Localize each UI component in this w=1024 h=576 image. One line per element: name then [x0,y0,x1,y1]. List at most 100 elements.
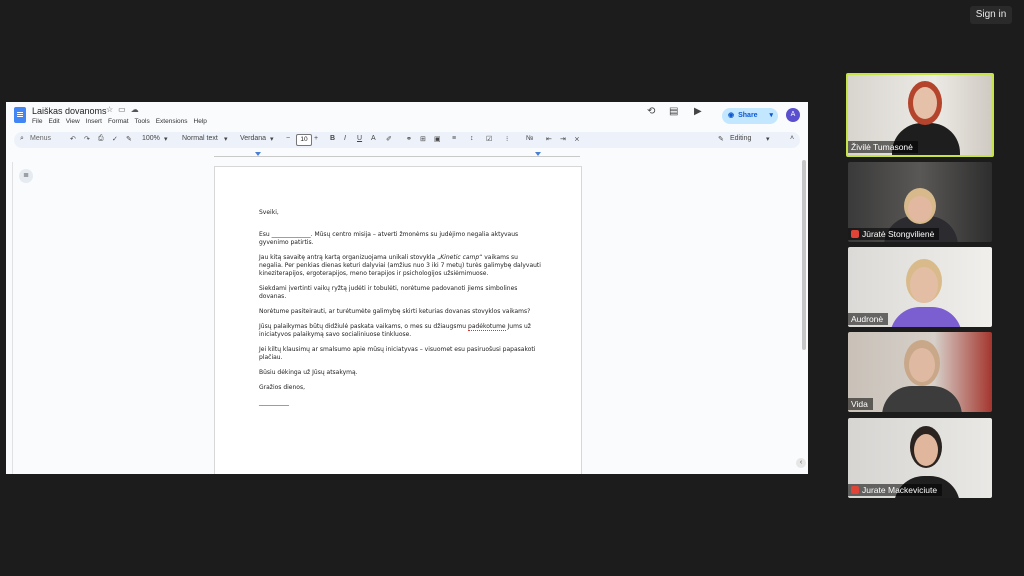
menu-extensions[interactable]: Extensions [156,118,188,125]
highlight-icon[interactable]: ✐ [386,135,392,143]
paint-format-icon[interactable]: ✎ [126,135,132,143]
participant-tile[interactable]: Audronė [848,247,992,327]
right-indent-marker[interactable] [535,152,541,156]
link-icon[interactable]: ⚭ [406,135,412,143]
checklist-icon[interactable]: ☑ [486,135,492,143]
increase-indent-icon[interactable]: ⇥ [560,135,566,143]
menu-edit[interactable]: Edit [48,118,59,125]
mic-muted-icon [851,230,859,238]
paragraph-4: Norėtume pasiteirauti, ar turėtumėte gal… [259,308,531,315]
decrease-font-icon[interactable]: − [286,135,290,142]
underline-icon[interactable]: U [357,135,362,142]
chevron-down-icon[interactable]: ▾ [270,135,274,143]
menu-bar: File Edit View Insert Format Tools Extensions H… [32,118,213,125]
participant-face [908,196,932,222]
star-icon[interactable]: ☆ [106,105,118,114]
paragraph-greeting: Sveiki, [259,209,279,216]
search-icon[interactable]: ⌕ [20,135,24,143]
paragraph-closing: Gražios dienos, [259,384,305,391]
mic-muted-icon [851,486,859,494]
participant-tile[interactable]: Jurate Mackeviciute [848,418,992,498]
participant-tile[interactable]: Vida [848,332,992,412]
print-icon[interactable]: ⎙ [98,135,104,143]
style-select[interactable]: Normal text [182,135,218,142]
horizontal-ruler [6,152,808,160]
increase-font-icon[interactable]: + [314,135,318,142]
participant-face [914,434,938,466]
account-avatar[interactable]: A [786,108,800,122]
decrease-indent-icon[interactable]: ⇤ [546,135,552,143]
share-label: Share [738,112,758,119]
cloud-icon[interactable]: ☁ [131,105,144,114]
chevron-down-icon[interactable]: ▾ [769,108,773,124]
participant-name: Živilė Tumasonė [848,141,918,153]
ruler-scale [214,156,580,157]
align-icon[interactable]: ≡ [452,135,456,142]
chevron-up-icon[interactable]: ˄ [790,135,794,142]
shared-screen: Laiškas dovanoms ☆▭☁ File Edit View Insert F… [6,102,808,474]
document-body[interactable]: Sveiki, Esu _____________. Mūsų centro m… [259,209,541,414]
document-outline-icon[interactable]: ≣ [19,169,33,183]
chevron-down-icon[interactable]: ▾ [766,135,770,143]
share-button[interactable]: ◉ Share ▾ [722,108,778,124]
menu-file[interactable]: File [32,118,42,125]
paragraph-1: Esu _____________. Mūsų centro misija – … [259,231,519,246]
participant-name: Vida [848,398,873,410]
add-comment-icon[interactable]: ⊞ [420,135,426,143]
clear-formatting-icon[interactable]: ⨯ [574,135,580,143]
docs-title-bar: Laiškas dovanoms ☆▭☁ File Edit View Insert F… [6,102,808,130]
folder-icon[interactable]: ▭ [118,105,131,114]
bold-icon[interactable]: B [330,135,335,142]
menu-insert[interactable]: Insert [86,118,102,125]
participant-tile[interactable]: Živilė Tumasonė [846,73,994,157]
menu-tools[interactable]: Tools [135,118,150,125]
paragraph-6: Jei kiltų klausimų ar smalsumo apie mūsų… [259,346,536,361]
participant-silhouette [890,307,962,327]
vertical-ruler [6,162,13,474]
document-scrollbar[interactable] [802,160,806,350]
docs-logo-icon[interactable] [14,107,26,123]
participant-face [909,348,935,382]
paragraph-5: Jūsų palaikymas būtų didžiulė paskata va… [259,323,531,338]
spelling-flag: padėkotume [468,323,506,331]
document-title[interactable]: Laiškas dovanoms [32,106,107,116]
globe-icon: ◉ [728,112,735,119]
numbered-list-icon[interactable]: № [526,135,534,142]
document-page[interactable]: Sveiki, Esu _____________. Mūsų centro m… [214,166,582,474]
participant-silhouette [882,386,962,412]
paragraph-2: Jau kitą savaitę antrą kartą organizuoja… [259,254,541,277]
menus-search[interactable]: Menus [30,135,51,142]
chevron-down-icon[interactable]: ▾ [224,135,228,143]
bullet-list-icon[interactable]: ⁝ [506,135,508,143]
line-spacing-icon[interactable]: ↕ [470,135,474,142]
participant-name: Jūratė Stongvilienė [848,228,940,240]
undo-icon[interactable]: ↶ [70,135,76,143]
menu-view[interactable]: View [66,118,80,125]
left-indent-marker[interactable] [255,152,261,156]
paragraph-signature: __________ [259,399,289,406]
formatting-toolbar: ⌕ Menus ↶ ↷ ⎙ ✓ ✎ 100% ▾ Normal text ▾ V… [14,132,800,148]
zoom-select[interactable]: 100% [142,135,160,142]
title-actions: ☆▭☁ [106,105,144,114]
paragraph-7: Būsiu dėkinga už Jūsų atsakymą. [259,369,358,376]
sign-in-button[interactable]: Sign in [970,6,1012,24]
italic-icon[interactable]: I [344,135,346,142]
menu-help[interactable]: Help [194,118,207,125]
spellcheck-icon[interactable]: ✓ [112,135,118,143]
participant-tile[interactable]: Jūratė Stongvilienė [848,162,992,242]
comment-icon[interactable]: ▤ [669,106,678,117]
history-icon[interactable]: ⟲ [647,106,655,117]
editing-mode-select[interactable]: Editing [730,135,751,142]
chevron-left-icon[interactable]: ‹ [796,458,806,468]
participant-face [913,87,937,119]
redo-icon[interactable]: ↷ [84,135,90,143]
meet-icon[interactable]: ▶ [694,106,702,117]
font-size-input[interactable]: 10 [296,134,312,146]
participant-name: Jurate Mackeviciute [848,484,943,496]
menu-format[interactable]: Format [108,118,129,125]
font-select[interactable]: Verdana [240,135,266,142]
text-color-icon[interactable]: A [371,135,376,142]
chevron-down-icon[interactable]: ▾ [164,135,168,143]
pencil-icon: ✎ [718,136,724,143]
image-icon[interactable]: ▣ [434,135,441,143]
